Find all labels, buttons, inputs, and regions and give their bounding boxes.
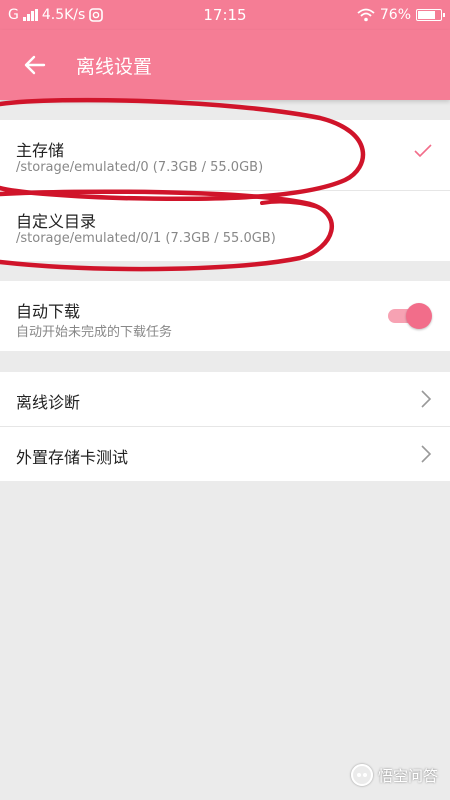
wukong-logo-icon bbox=[350, 764, 373, 786]
storage-option-custom[interactable]: 自定义目录 /storage/emulated/0/1 (7.3GB / 55.… bbox=[0, 190, 450, 260]
battery-fill bbox=[418, 11, 435, 19]
auto-download-row[interactable]: 自动下载 自动开始未完成的下载任务 bbox=[0, 281, 450, 351]
page-title: 离线设置 bbox=[76, 55, 153, 78]
status-time: 17:15 bbox=[203, 6, 247, 24]
auto-download-subtitle: 自动开始未完成的下载任务 bbox=[16, 325, 173, 340]
watermark-text: 悟空问答 bbox=[377, 766, 438, 785]
storage-option-title: 主存储 bbox=[16, 141, 65, 160]
storage-section: 主存储 /storage/emulated/0 (7.3GB / 55.0GB)… bbox=[0, 120, 450, 261]
chevron-right-icon bbox=[421, 445, 432, 463]
offline-diagnosis-row[interactable]: 离线诊断 bbox=[0, 372, 450, 426]
storage-option-path: /storage/emulated/0/1 (7.3GB / 55.0GB) bbox=[16, 231, 276, 246]
auto-download-title: 自动下载 bbox=[16, 302, 81, 321]
storage-option-title: 自定义目录 bbox=[16, 212, 97, 231]
back-button[interactable] bbox=[0, 30, 70, 100]
storage-option-primary[interactable]: 主存储 /storage/emulated/0 (7.3GB / 55.0GB) bbox=[0, 120, 450, 190]
offline-diagnosis-label: 离线诊断 bbox=[16, 393, 81, 412]
tools-section: 离线诊断 外置存储卡测试 bbox=[0, 372, 450, 481]
battery-icon bbox=[416, 9, 445, 21]
auto-download-toggle[interactable] bbox=[388, 303, 432, 329]
sdcard-test-row[interactable]: 外置存储卡测试 bbox=[0, 426, 450, 480]
watermark: 悟空问答 bbox=[350, 764, 438, 786]
check-icon bbox=[414, 144, 432, 158]
auto-download-section: 自动下载 自动开始未完成的下载任务 bbox=[0, 281, 450, 351]
sdcard-test-label: 外置存储卡测试 bbox=[16, 448, 129, 467]
status-bar: G 4.5K/s 17:15 76% bbox=[0, 0, 450, 30]
chevron-right-icon bbox=[421, 390, 432, 408]
app-bar: 离线设置 bbox=[0, 30, 450, 100]
storage-option-path: /storage/emulated/0 (7.3GB / 55.0GB) bbox=[16, 160, 264, 175]
arrow-left-icon bbox=[24, 55, 46, 75]
toggle-knob bbox=[406, 303, 432, 329]
